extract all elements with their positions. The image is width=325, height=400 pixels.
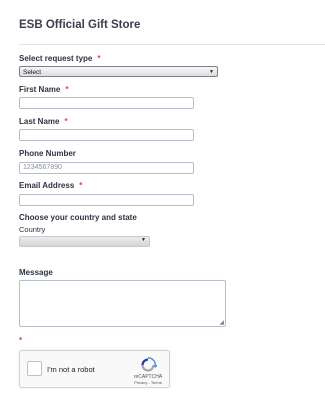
required-asterisk: * — [97, 54, 101, 63]
email-label: Email Address * — [19, 181, 82, 190]
recaptcha-widget: I'm not a robot reCAPTCHA Privacy - Term… — [19, 350, 170, 388]
recaptcha-label: I'm not a robot — [47, 365, 95, 374]
last-name-input[interactable] — [19, 129, 194, 141]
location-label: Choose your country and state — [19, 213, 137, 222]
country-select[interactable]: ▼ — [19, 236, 150, 247]
chevron-down-icon: ▼ — [141, 237, 146, 243]
request-type-label: Select request type * — [19, 54, 101, 63]
required-asterisk: * — [65, 85, 69, 94]
first-name-label-text: First Name — [19, 85, 61, 94]
last-name-label: Last Name * — [19, 117, 68, 126]
header-divider — [19, 44, 325, 45]
required-asterisk: * — [64, 117, 68, 126]
recaptcha-logo-icon — [141, 357, 157, 372]
phone-label: Phone Number — [19, 149, 76, 158]
recaptcha-links[interactable]: Privacy - Terms — [132, 380, 164, 385]
email-label-text: Email Address — [19, 181, 75, 190]
email-input[interactable] — [19, 194, 194, 206]
chevron-down-icon: ▼ — [209, 69, 214, 75]
message-label: Message — [19, 268, 53, 277]
first-name-input[interactable] — [19, 97, 194, 109]
resize-handle-icon[interactable]: ◢ — [219, 319, 224, 326]
captcha-required-asterisk: * — [19, 336, 23, 345]
first-name-label: First Name * — [19, 85, 68, 94]
phone-input[interactable]: 1234567890 — [19, 162, 194, 174]
required-asterisk: * — [79, 181, 83, 190]
message-textarea[interactable]: ◢ — [19, 280, 226, 327]
recaptcha-checkbox[interactable] — [27, 361, 42, 376]
page-title: ESB Official Gift Store — [19, 19, 141, 31]
last-name-label-text: Last Name — [19, 117, 60, 126]
country-label: Country — [19, 225, 46, 234]
request-type-label-text: Select request type — [19, 54, 93, 63]
request-type-select[interactable]: Select ▼ — [19, 66, 218, 77]
request-type-selected-value: Select — [23, 69, 42, 76]
